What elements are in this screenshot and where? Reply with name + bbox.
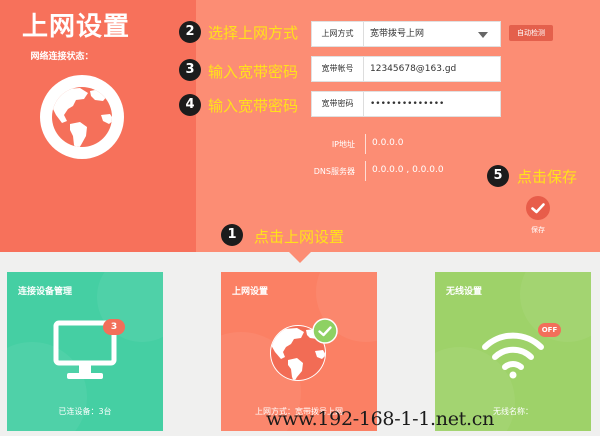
wireless-off-badge: OFF: [538, 323, 561, 337]
check-icon: [531, 203, 545, 214]
internet-mode-select[interactable]: 上网方式 宽带拨号上网: [311, 21, 501, 47]
ip-divider: [365, 134, 366, 154]
step-3-label: 输入宽带密码: [208, 63, 299, 81]
password-field[interactable]: 宽带密码 ••••••••••••••: [311, 91, 501, 117]
step-2-label: 选择上网方式: [208, 24, 299, 42]
auto-detect-button[interactable]: 自动检测: [509, 25, 553, 41]
ip-label: IP地址: [331, 140, 355, 149]
step-5-badge: 5: [487, 165, 509, 187]
step-4-badge: 4: [179, 94, 201, 116]
step-3-badge: 3: [179, 59, 201, 81]
device-count-badge: 3: [103, 319, 125, 335]
ip-value: 0.0.0.0: [372, 138, 404, 148]
step-1-label: 点击上网设置: [254, 228, 345, 246]
panel-pointer: [289, 252, 311, 263]
internet-mode-label: 上网方式: [312, 22, 364, 46]
save-button[interactable]: [526, 196, 550, 220]
account-input[interactable]: 12345678@163.gd: [370, 57, 456, 81]
chevron-down-icon: [478, 32, 488, 38]
step-4-label: 输入宽带密码: [208, 97, 299, 115]
account-field[interactable]: 宽带帐号 12345678@163.gd: [311, 56, 501, 82]
network-status-label: 网络连接状态：: [30, 52, 94, 62]
device-management-title: 连接设备管理: [18, 287, 73, 297]
internet-mode-value: 宽带拨号上网: [370, 29, 425, 39]
page-title: 上网设置: [22, 12, 131, 42]
dns-label: DNS服务器: [313, 167, 355, 176]
connected-check-icon: [312, 318, 338, 344]
device-management-card[interactable]: 连接设备管理 3 已连设备：3台: [7, 272, 163, 431]
account-label: 宽带帐号: [312, 57, 364, 81]
step-1-badge: 1: [221, 224, 243, 246]
dns-divider: [365, 161, 366, 181]
wifi-icon: [482, 332, 544, 379]
password-label: 宽带密码: [312, 92, 364, 116]
wireless-settings-title: 无线设置: [446, 287, 483, 297]
globe-icon: [40, 75, 124, 159]
internet-settings-title: 上网设置: [232, 287, 269, 297]
dns-value: 0.0.0.0 , 0.0.0.0: [372, 165, 444, 175]
connected-devices-text: 已连设备：3台: [58, 407, 112, 416]
save-label: 保存: [531, 226, 545, 234]
site-watermark: www.192-168-1-1.net.cn: [266, 408, 495, 430]
step-2-badge: 2: [179, 21, 201, 43]
password-input[interactable]: ••••••••••••••: [370, 92, 444, 116]
step-5-label: 点击保存: [517, 168, 578, 186]
